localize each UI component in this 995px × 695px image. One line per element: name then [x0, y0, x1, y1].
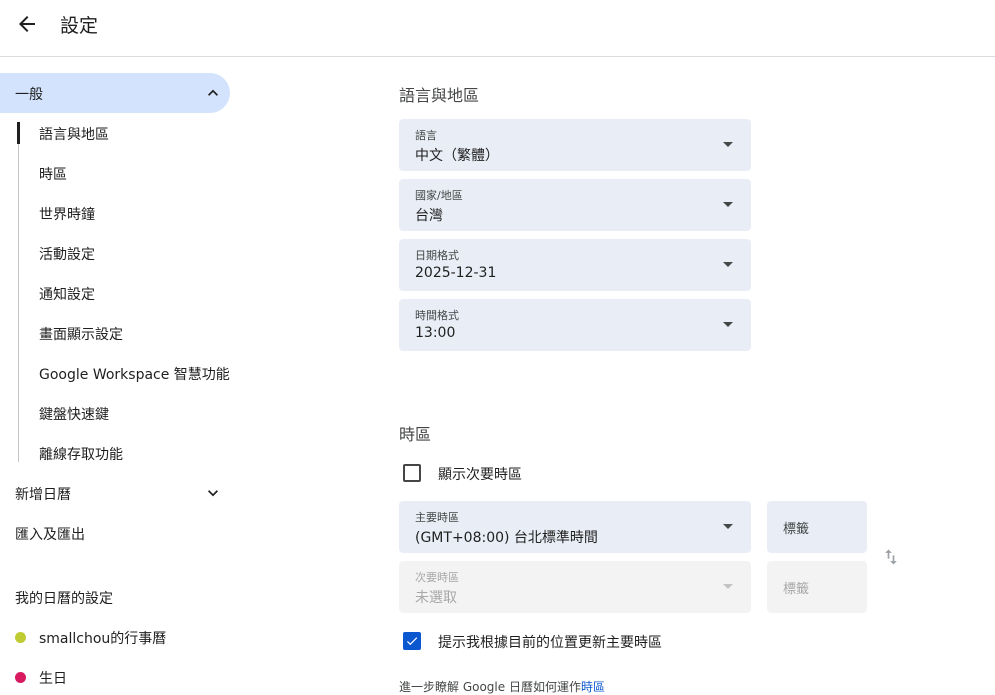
- dropdown-caret-icon: [723, 322, 733, 327]
- update-primary-timezone-checkbox[interactable]: [403, 632, 421, 650]
- subnav-active-indicator: [17, 122, 20, 144]
- sidebar-item-offline[interactable]: 離線存取功能: [39, 444, 123, 464]
- dropdown-value: 台灣: [415, 208, 443, 224]
- calendar-color-dot: [15, 632, 26, 643]
- dropdown-value: 2025-12-31: [415, 265, 497, 281]
- page-title: 設定: [60, 15, 99, 37]
- learn-more-text: 進一步瞭解 Google 日曆如何運作時區: [399, 678, 605, 695]
- nav-import-export[interactable]: 匯入及匯出: [15, 524, 85, 544]
- sidebar-item-notification-settings[interactable]: 通知設定: [39, 284, 95, 304]
- dropdown-caret-icon: [723, 262, 733, 267]
- dropdown-value: 13:00: [415, 325, 456, 341]
- dropdown-label: 國家/地區: [415, 189, 463, 202]
- dropdown-value: 未選取: [415, 590, 457, 606]
- sidebar-item-workspace-smart-features[interactable]: Google Workspace 智慧功能: [39, 364, 230, 384]
- date-format-dropdown[interactable]: 日期格式 2025-12-31: [399, 239, 751, 291]
- label-placeholder: 標籤: [783, 582, 810, 597]
- dropdown-caret-icon: [723, 202, 733, 207]
- dropdown-caret-icon: [723, 524, 733, 529]
- sidebar-item-view-options[interactable]: 畫面顯示設定: [39, 324, 123, 344]
- dropdown-caret-icon: [723, 142, 733, 147]
- secondary-timezone-label-input: 標籤: [767, 561, 867, 613]
- update-primary-timezone-label: 提示我根據目前的位置更新主要時區: [438, 635, 662, 651]
- nav-add-calendar-label: 新增日曆: [15, 487, 71, 503]
- sidebar-calendar-smallchou[interactable]: smallchou的行事曆: [39, 628, 166, 648]
- nav-add-calendar[interactable]: 新增日曆: [15, 484, 71, 504]
- sidebar-calendar-birthdays[interactable]: 生日: [39, 668, 67, 688]
- calendar-color-dot: [15, 672, 26, 683]
- time-format-dropdown[interactable]: 時間格式 13:00: [399, 299, 751, 351]
- language-dropdown[interactable]: 語言 中文（繁體）: [399, 119, 751, 171]
- dropdown-value: 中文（繁體）: [415, 148, 499, 164]
- back-button[interactable]: [15, 12, 39, 36]
- my-calendars-heading: 我的日曆的設定: [15, 591, 113, 607]
- sidebar-item-world-clock[interactable]: 世界時鐘: [39, 204, 95, 224]
- show-secondary-timezone-checkbox[interactable]: [403, 464, 421, 482]
- dropdown-label: 主要時區: [415, 511, 459, 524]
- primary-timezone-label-input[interactable]: 標籤: [767, 501, 867, 553]
- sidebar-item-keyboard-shortcuts[interactable]: 鍵盤快速鍵: [39, 404, 109, 424]
- sidebar-item-timezone[interactable]: 時區: [39, 164, 67, 184]
- sidebar-item-language-region[interactable]: 語言與地區: [39, 124, 109, 144]
- sidebar-item-event-settings[interactable]: 活動設定: [39, 244, 95, 264]
- show-secondary-timezone-label: 顯示次要時區: [438, 467, 522, 483]
- app-header: 設定: [0, 0, 995, 57]
- nav-general-label: 一般: [15, 87, 43, 103]
- arrow-back-icon: [19, 16, 35, 32]
- primary-timezone-dropdown[interactable]: 主要時區 (GMT+08:00) 台北標準時間: [399, 501, 751, 553]
- settings-main: 語言與地區 語言 中文（繁體） 國家/地區 台灣 日期格式 2025-12-31…: [399, 57, 995, 694]
- nav-general[interactable]: 一般: [0, 73, 230, 113]
- dropdown-caret-icon: [723, 584, 733, 589]
- section-title-language-region: 語言與地區: [399, 86, 480, 105]
- dropdown-label: 次要時區: [415, 571, 459, 584]
- dropdown-value: (GMT+08:00) 台北標準時間: [415, 530, 598, 546]
- dropdown-label: 日期格式: [415, 249, 459, 262]
- secondary-timezone-dropdown: 次要時區 未選取: [399, 561, 751, 613]
- dropdown-label: 語言: [415, 129, 437, 142]
- chevron-up-icon: [208, 89, 218, 96]
- chevron-down-icon[interactable]: [203, 483, 223, 503]
- subnav-rail: [18, 122, 19, 462]
- dropdown-label: 時間格式: [415, 309, 459, 322]
- settings-sidebar: 一般 語言與地區 時區 世界時鐘 活動設定 通知設定 畫面顯示設定 Google…: [0, 57, 240, 689]
- learn-more-link[interactable]: 時區: [581, 680, 605, 694]
- section-title-timezone: 時區: [399, 425, 432, 444]
- country-dropdown[interactable]: 國家/地區 台灣: [399, 179, 751, 231]
- label-placeholder: 標籤: [783, 522, 810, 537]
- check-icon: [406, 637, 418, 646]
- learn-more-prefix: 進一步瞭解 Google 日曆如何運作: [399, 680, 581, 694]
- swap-timezones-icon[interactable]: [881, 547, 901, 567]
